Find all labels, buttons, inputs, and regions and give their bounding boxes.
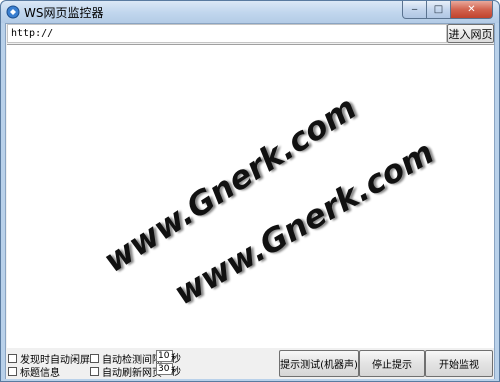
auto-refresh-option[interactable]: 自动刷新网页: [90, 364, 162, 379]
minimize-button[interactable]: ‒: [402, 1, 427, 19]
lock-on-find-checkbox[interactable]: [8, 354, 17, 363]
window-controls: ‒ □ ✕: [402, 1, 493, 19]
minimize-icon: ‒: [411, 3, 418, 15]
maximize-icon: □: [433, 3, 444, 15]
auto-refresh-checkbox[interactable]: [90, 367, 99, 376]
client-area: 进入网页 www.Gnerk.com www.Gnerk.com 发现时自动闲屏…: [5, 23, 495, 379]
app-icon: [6, 5, 20, 19]
auto-refresh-label: 自动刷新网页: [102, 368, 162, 379]
watermark-text: www.Gnerk.com: [167, 133, 441, 313]
refresh-interval-unit: 秒: [171, 367, 181, 378]
enter-page-button[interactable]: 进入网页: [447, 24, 494, 43]
control-panel: 发现时自动闲屏 标题信息 自动检测间隔 自动刷新网页 10 30 秒 秒 提示测…: [6, 349, 494, 379]
close-button[interactable]: ✕: [451, 1, 493, 19]
title-info-label: 标题信息: [20, 368, 60, 379]
start-monitor-button[interactable]: 开始监视: [425, 350, 493, 377]
app-window: WS网页监控器 ‒ □ ✕ 进入网页 www.Gnerk.com www.Gne…: [0, 0, 500, 382]
title-bar[interactable]: WS网页监控器 ‒ □ ✕: [1, 1, 499, 23]
test-alert-button[interactable]: 提示测试(机器声): [279, 350, 359, 377]
stop-alert-button[interactable]: 停止提示: [359, 350, 425, 377]
maximize-button[interactable]: □: [427, 1, 451, 19]
window-title: WS网页监控器: [24, 6, 104, 20]
title-info-checkbox[interactable]: [8, 367, 17, 376]
title-info-option[interactable]: 标题信息: [8, 364, 60, 379]
auto-check-checkbox[interactable]: [90, 354, 99, 363]
close-icon: ✕: [467, 3, 476, 15]
web-viewer[interactable]: www.Gnerk.com www.Gnerk.com: [7, 44, 494, 348]
url-input[interactable]: [7, 24, 447, 43]
